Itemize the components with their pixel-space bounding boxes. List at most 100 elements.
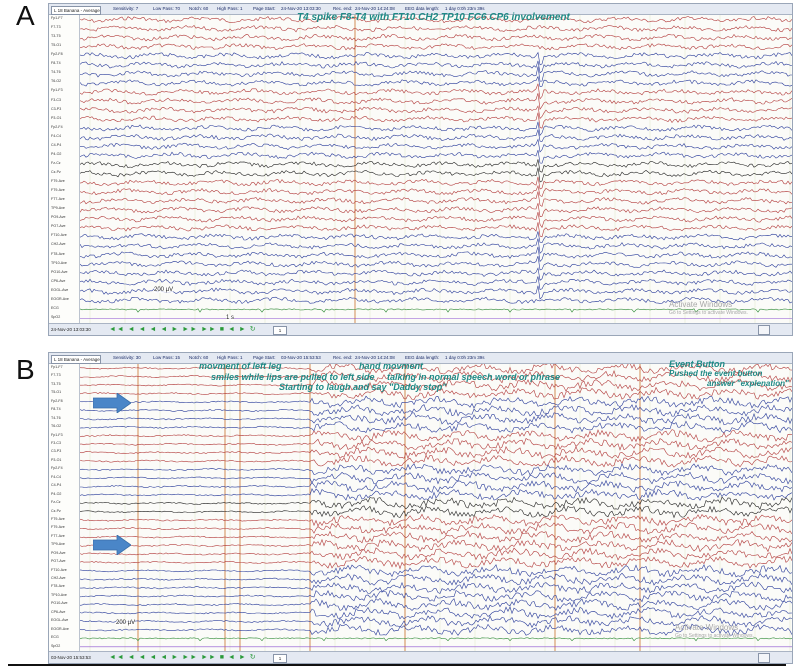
channel-label: FT10-Ave [51,567,67,572]
channel-label: F8-T4 [51,61,61,66]
channel-label: PO7-Ave [51,224,66,229]
channel-label: CP6-Ave [51,609,66,614]
channel-label: F3-C3 [51,440,61,445]
eeg-trace-area-a: 200 µV 1 s [79,15,792,323]
channel-label: F3-C3 [51,97,61,102]
channel-label: FT9-Ave [51,188,65,193]
channel-label: ECG [51,305,59,310]
data-length-label-b: EEG data length: [405,355,440,360]
eeg-trace-area-b: 200 µV [79,362,792,651]
status-button-b[interactable] [758,653,770,663]
status-time-b: 03-Nov-20 15:53:53 [51,655,91,660]
montage-select-b[interactable]: L 18 Banana - Average [51,355,101,364]
channel-label: C4-P4 [51,483,62,488]
channel-labels-b: Fp1-F7 F7-T3 T3-T5 T5-O1 Fp2-F8 F8-T4 T4-T6 T6-… [49,364,80,651]
channel-label: T4-T6 [51,70,61,75]
arrow-icon-lower [93,535,131,555]
channel-label: P3-O1 [51,457,62,462]
channel-label: T6-O2 [51,424,62,429]
low-pass-label-a[interactable]: Low Pass: 70 [153,6,180,11]
channel-label: F7-T3 [51,373,61,378]
annotation-event-button: Event Button [669,359,725,369]
channel-label: ECG [51,635,59,640]
channel-label: PO10-Ave [51,601,68,606]
channel-label: FT9-Ave [51,525,65,530]
channel-label: Fp1-F7 [51,16,63,20]
channel-label: Fp1-F3 [51,432,63,437]
status-bar-a: 24-Nov-20 13:03:30 ◄◄ ◄ ◄ ◄ ◄ ► ►► ►► ■ … [49,323,792,335]
page-input-b[interactable]: 1 [273,654,287,663]
channel-label: Cz-Pz [51,508,61,513]
sensitivity-label-b[interactable]: Sensitivity: 30 [113,355,141,360]
channel-label: TP10-Ave [51,592,67,597]
channel-label: T5-O1 [51,390,62,395]
page-start-label-b: Page Start: [253,355,276,360]
amplitude-scale-a: 200 µV [154,287,174,293]
channel-label: EOGL-Ave [51,287,69,292]
annotation-answer: answer "explenation" [707,379,789,388]
status-bar-b: 03-Nov-20 15:53:53 ◄◄ ◄ ◄ ◄ ◄ ► ►► ►► ■ … [49,651,792,663]
channel-label: FT9-Ave [51,516,65,521]
rec-end-time-a: 24-Nov-20 14:24:08 [355,6,395,11]
channel-label: FT7-Ave [51,533,65,538]
channel-label: Fp2-F4 [51,466,63,471]
channel-label: CP6-Ave [51,278,66,283]
channel-label: PO7-Ave [51,559,66,564]
channel-label: CH2-Ave [51,242,66,247]
data-length-value-b: 1 day 0:0h 23m 39s [445,355,485,360]
page-start-time-b: 03-Nov-20 15:53:53 [281,355,321,360]
channel-label: FT8-Ave [51,584,65,589]
page-input-a[interactable]: 1 [273,326,287,335]
status-time-a: 24-Nov-20 13:03:30 [51,327,91,332]
channel-label: F4-C4 [51,474,61,479]
data-length-value-a: 1 day 0:0h 23m 39s [445,6,485,11]
channel-label: CH2-Ave [51,576,66,581]
channel-label: Fz-Cz [51,160,61,165]
channel-label: T6-O2 [51,79,62,84]
channel-label: FT9-Ave [51,179,65,184]
panel-letter-b: B [16,354,35,385]
high-pass-label-b[interactable]: High Pass: 1 [217,355,243,360]
montage-select-a[interactable]: L 18 Banana - Average [51,6,101,15]
page-start-time-a: 24-Nov-20 13:03:30 [281,6,321,11]
page-navigation-b[interactable]: ◄◄ ◄ ◄ ◄ ◄ ► ►► ►► ■ ◄ ► ↻ [109,653,257,661]
annotation-leg-movement: movment of left leg [199,361,282,371]
channel-label: Fp1-F3 [51,88,63,93]
channel-label: F4-C4 [51,133,61,138]
rec-end-label-a: Rec. end: [333,6,353,11]
channel-label: PO10-Ave [51,269,68,274]
page-navigation-a[interactable]: ◄◄ ◄ ◄ ◄ ◄ ► ►► ►► ■ ◄ ► ↻ [109,325,257,333]
channel-label: P4-O2 [51,491,62,496]
status-button-a[interactable] [758,325,770,335]
eeg-traces-a [79,15,792,323]
time-scale-a: 1 s [226,315,235,321]
sensitivity-label-a[interactable]: Sensitivity: 7 [113,6,138,11]
notch-label-a[interactable]: Notch: 60 [189,6,208,11]
channel-label: FT7-Ave [51,197,65,202]
activate-windows-sub-a: Go to Settings to activate Windows. [669,310,748,316]
channel-label: P4-O2 [51,151,62,156]
channel-label: Fp2-F8 [51,52,63,57]
channel-label: PO9-Ave [51,550,66,555]
low-pass-label-b[interactable]: Low Pass: 15 [153,355,180,360]
channel-label: SpO2 [51,314,61,319]
annotation-laugh: Starting to laugh and say "Daddy stop" [279,382,447,392]
channel-label: SpO2 [51,643,61,648]
spike-annotation: T4 spike F8-T4 with FT10 CH2 TP10 FC6 CP… [297,12,570,23]
high-pass-label-a[interactable]: High Pass: 1 [217,6,243,11]
channel-label: T3-T5 [51,34,61,39]
channel-label: C4-P4 [51,142,62,147]
channel-label: C3-P3 [51,106,62,111]
panel-letter-a: A [16,0,35,31]
activate-windows-title-b: Activate Windows [675,623,739,632]
annotation-pushed-button: Pushed the event button [669,369,763,378]
notch-label-b[interactable]: Notch: 60 [189,355,208,360]
channel-label: EOGL-Ave [51,618,69,623]
channel-label: C3-P3 [51,449,62,454]
channel-label: P3-O1 [51,115,62,120]
arrow-icon-upper [93,393,131,413]
channel-label: TP10-Ave [51,260,67,265]
channel-label: T5-O1 [51,43,62,48]
data-length-label-a: EEG data length: [405,6,440,11]
eeg-window-a: L 18 Banana - Average Sensitivity: 7 Low… [48,3,793,336]
